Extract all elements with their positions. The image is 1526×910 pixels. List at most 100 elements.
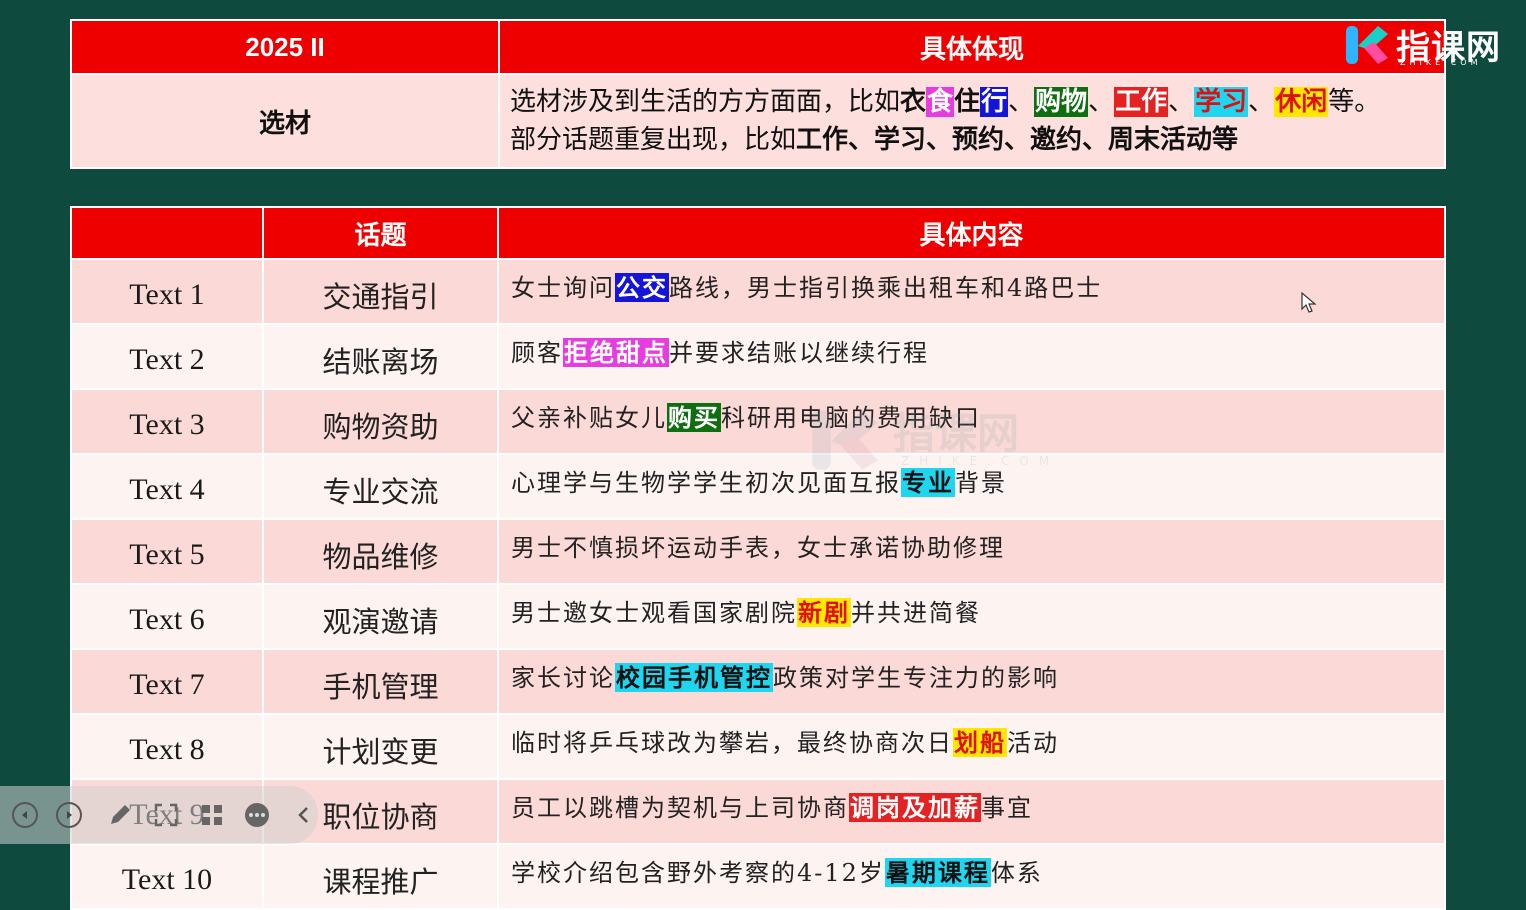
text-segment: 顾客 [511,339,563,367]
highlighted-term: 划船 [953,728,1007,757]
material-description: 选材涉及到生活的方方面面，比如衣食住行、购物、工作、学习、休闲等。 部分话题重复… [498,73,1446,169]
description-line-1: 选材涉及到生活的方方面面，比如衣食住行、购物、工作、学习、休闲等。 [510,83,1444,121]
text-segment: 临时将乒乓球改为攀岩，最终协商次日 [511,729,953,757]
topic-cell: 专业交流 [262,453,499,520]
zhike-logo-icon [1346,26,1388,64]
table-row: Text 4 专业交流 心理学与生物学学生初次见面互报专业背景 [70,453,1446,520]
table-row: Text 7 手机管理 家长讨论校园手机管控政策对学生专注力的影响 [70,648,1446,715]
text-segment: 家长讨论 [511,664,615,692]
content-cell: 顾客拒绝甜点并要求结账以继续行程 [497,323,1446,390]
material-label: 选材 [70,73,500,169]
text-segment: 等。 [1328,87,1381,117]
text-segment: 并共进简餐 [851,599,981,627]
highlighted-term: 拒绝甜点 [563,338,669,367]
text-segment: 学校介绍包含野外考察的4-12岁 [511,859,885,887]
content-cell: 家长讨论校园手机管控政策对学生专注力的影响 [497,648,1446,715]
text-number-cell: Text 5 [70,518,264,585]
text-col-header [70,206,264,260]
topic-col-header: 话题 [262,206,499,260]
description-line-2: 部分话题重复出现，比如工作、学习、预约、邀约、周末活动等 [510,121,1444,159]
text-segment: 体系 [990,859,1043,887]
text-segment: 男士邀女士观看国家剧院 [511,599,797,627]
text-segment: 事宜 [981,794,1033,822]
text-number-cell: Text 6 [70,583,264,650]
zhike-logo: 指课网 ZHIKE.COM [1344,20,1514,72]
topic-cell: 物品维修 [262,518,499,585]
text-segment: 男士不慎损坏运动手表，女士承诺协助修理 [511,534,1005,562]
crop-icon [154,803,178,827]
highlighted-term: 行 [980,87,1009,117]
content-cell: 男士不慎损坏运动手表，女士承诺协助修理 [497,518,1446,585]
text-segment: 员工以跳槽为契机与上司协商 [511,794,849,822]
text-segment: 、 [1248,87,1275,117]
watermark: 指课网 ZHIKE.COM [805,400,1065,480]
text-segment: 并要求结账以继续行程 [669,339,929,367]
topic-cell: 课程推广 [262,843,499,910]
highlighted-term: 衣 [900,87,927,117]
more-options-button[interactable] [243,800,273,830]
watermark-icon [812,410,878,470]
grid-icon [201,805,222,825]
text-segment: 选材涉及到生活的方方面面，比如 [510,87,901,117]
highlighted-term: 食 [926,87,955,117]
mouse-cursor-icon [1301,292,1317,313]
pen-icon [111,805,131,824]
text-segment: 活动 [1007,729,1059,757]
topic-cell: 手机管理 [262,648,499,715]
text-number-cell: Text 10 [70,843,264,910]
collapse-icon [298,807,309,823]
text-segment: 女士询问 [511,274,615,302]
collapse-toolbar-button[interactable] [288,800,318,830]
watermark-name: 指课网 [893,409,1020,458]
text-number-cell: Text 2 [70,323,264,390]
text-segment: 政策对学生专注力的影响 [773,664,1059,692]
content-cell: 临时将乒乓球改为攀岩，最终协商次日划船活动 [497,713,1446,780]
table-row: Text 5 物品维修 男士不慎损坏运动手表，女士承诺协助修理 [70,518,1446,585]
more-icon [245,803,270,827]
summary-table: 2025 II 具体体现 选材 选材涉及到生活的方方面面，比如衣食住行、购物、工… [70,19,1446,169]
topic-cell: 交通指引 [262,258,499,325]
next-slide-button[interactable] [55,802,82,828]
text-number-cell: Text 7 [70,648,264,715]
content-cell: 男士邀女士观看国家剧院新剧并共进简餐 [497,583,1446,650]
table-row: Text 3 购物资助 父亲补贴女儿购买科研用电脑的费用缺口 [70,388,1446,455]
highlighted-term: 新剧 [797,598,851,627]
embodiment-header: 具体体现 [498,19,1446,75]
next-icon [66,811,72,819]
crop-tool-button[interactable] [151,800,181,830]
table-row: Text 10 课程推广 学校介绍包含野外考察的4-12岁暑期课程体系 [70,843,1446,910]
highlighted-term: 学习 [1194,87,1249,117]
text-segment: 父亲补贴女儿 [511,404,667,432]
text-segment: 、 [1168,87,1195,117]
year-header: 2025 II [70,19,500,75]
text-segment: 、 [1008,87,1035,117]
highlighted-term: 工作 [1114,87,1169,117]
text-segment: 部分话题重复出现，比如 [510,125,797,155]
topic-cell: 计划变更 [262,713,499,780]
topic-cell: 购物资助 [262,388,499,455]
content-cell: 学校介绍包含野外考察的4-12岁暑期课程体系 [497,843,1446,910]
table-row: Text 2 结账离场 顾客拒绝甜点并要求结账以继续行程 [70,323,1446,390]
highlighted-term: 暑期课程 [884,858,991,887]
slides-grid-button[interactable] [197,800,227,830]
text-number-cell: Text 1 [70,258,264,325]
pen-tool-button[interactable] [106,800,136,830]
table-row: Text 8 计划变更 临时将乒乓球改为攀岩，最终协商次日划船活动 [70,713,1446,780]
text-number-cell: Text 4 [70,453,264,520]
content-col-header: 具体内容 [497,206,1446,260]
highlighted-term: 住 [954,87,981,117]
highlighted-term: 购买 [667,403,721,432]
highlighted-term: 购物 [1034,87,1089,117]
watermark-subtitle: ZHIKE.COM [901,454,1060,468]
highlighted-term: 公交 [615,273,669,302]
topic-cell: 观演邀请 [262,583,499,650]
text-segment: 路线，男士指引换乘出租车和4路巴士 [669,274,1103,302]
prev-icon [21,811,27,819]
highlighted-term: 调岗及加薪 [849,793,981,822]
content-cell: 员工以跳槽为契机与上司协商调岗及加薪事宜 [497,778,1446,845]
logo-subtitle: ZHIKE.COM [1400,58,1482,67]
text-number-cell: Text 8 [70,713,264,780]
topic-cell: 结账离场 [262,323,499,390]
highlighted-term: 休闲 [1274,87,1329,117]
prev-slide-button[interactable] [12,802,38,828]
